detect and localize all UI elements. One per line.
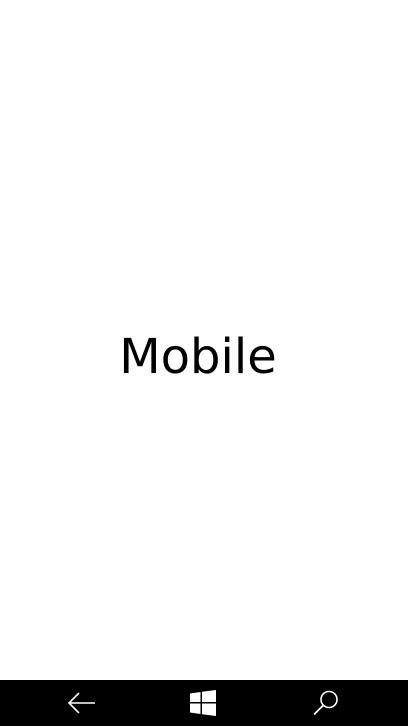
app-content: Mobile [0,0,408,680]
navigation-bar [0,680,408,726]
back-button[interactable] [52,680,112,726]
windows-logo-icon [190,690,216,716]
phone-screen: Mobile [0,0,408,726]
start-button[interactable] [173,680,233,726]
back-arrow-icon [67,692,95,714]
search-icon [313,690,338,716]
page-title: Mobile [119,329,277,385]
search-button[interactable] [296,680,356,726]
